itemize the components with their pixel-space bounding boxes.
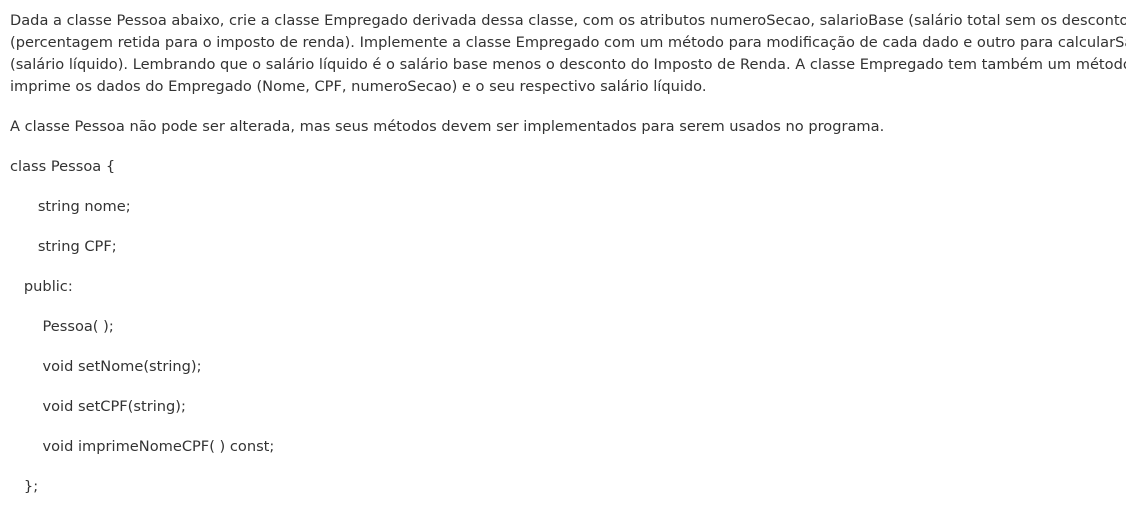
- paragraph-line: (salário líquido). Lembrando que o salár…: [10, 56, 1126, 73]
- question-paragraph-2: A classe Pessoa não pode ser alterada, m…: [10, 118, 885, 135]
- paragraph-line: imprime os dados do Empregado (Nome, CPF…: [10, 78, 707, 95]
- code-line: public:: [10, 278, 73, 295]
- code-line: void setNome(string);: [10, 358, 202, 375]
- paragraph-line: Dada a classe Pessoa abaixo, crie a clas…: [10, 12, 1126, 29]
- code-block: class Pessoa { string nome; string CPF; …: [10, 156, 1126, 498]
- code-line: };: [10, 478, 39, 495]
- code-line: void setCPF(string);: [10, 398, 186, 415]
- question-text: Dada a classe Pessoa abaixo, crie a clas…: [10, 10, 1126, 498]
- code-line: string nome;: [10, 198, 131, 215]
- code-line: string CPF;: [10, 238, 117, 255]
- code-line: void imprimeNomeCPF( ) const;: [10, 438, 275, 455]
- code-line: Pessoa( );: [10, 318, 114, 335]
- code-line: class Pessoa {: [10, 158, 116, 175]
- paragraph-line: (percentagem retida para o imposto de re…: [10, 34, 1126, 51]
- question-paragraph-1: Dada a classe Pessoa abaixo, crie a clas…: [10, 10, 1126, 98]
